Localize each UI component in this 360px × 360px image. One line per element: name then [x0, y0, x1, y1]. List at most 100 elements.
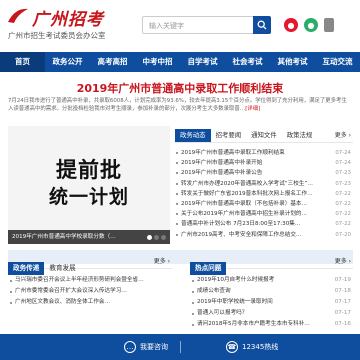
list-item[interactable]: 2019年中职学校统一录取时间 07-17	[190, 297, 353, 308]
news-list: 2019年广州市普通高中录取工作顺利结束 07-24 2019年广州市普通高中补录…	[175, 148, 353, 240]
policy-more-link[interactable]: 更多 ›	[154, 255, 170, 268]
hotline-label: 12345热线	[242, 343, 279, 351]
list-item[interactable]: 普通高中补计划公布 7月23日8:00至17:30集… 07-22	[175, 219, 353, 229]
slide-caption[interactable]: 2019年广州市普通高中学校录取分数（…	[8, 230, 170, 244]
list-item[interactable]: 马兴瑞市委召开会议上半年经济形势研判会暨全省…	[8, 275, 172, 286]
site-subtitle: 广州市招生考试委员会办公室	[8, 31, 106, 40]
hot-date: 07-17	[334, 299, 351, 305]
search-button[interactable]	[253, 16, 271, 34]
hot-more-link[interactable]: 更多 ›	[335, 255, 351, 268]
news-date: 07-23	[335, 170, 351, 177]
nav-item-gov[interactable]: 政务公开	[45, 52, 90, 72]
site-header: 广州招考 广州市招生考试委员会办公室 输入关键字 ● ●	[0, 0, 360, 52]
search-input[interactable]: 输入关键字	[142, 16, 254, 34]
news-date: 07-24	[335, 150, 351, 156]
site-logo[interactable]: 广州招考	[32, 5, 104, 30]
news-date: 07-24	[335, 160, 351, 167]
slider-dots	[147, 235, 166, 240]
nav-item-other-exam[interactable]: 其他考试	[270, 52, 315, 72]
news-tabs: 政务动态 招考要闻 通知文件 政策法规 更多 ›	[175, 129, 353, 143]
news-title: 转发关于做好广东省2019普本科批次网上报名工作…	[181, 190, 313, 197]
slider-dot[interactable]	[147, 235, 152, 240]
news-title: 普通高中补计划公布 7月23日8:00至17:30集…	[181, 221, 301, 228]
weibo-icon[interactable]: ●	[284, 18, 298, 32]
nav-item-gaokao[interactable]: 高考高招	[90, 52, 135, 72]
nav-item-selfexam[interactable]: 自学考试	[180, 52, 225, 72]
nav-item-social-exam[interactable]: 社会考试	[225, 52, 270, 72]
wechat-icon[interactable]: ●	[304, 18, 318, 32]
news-title: 转发广州市办理2020年普通高校入学考试“三校生”…	[181, 180, 313, 187]
list-item[interactable]: 2019年广州市普通高中补录公告 07-23	[175, 168, 353, 178]
hot-date: 07-17	[334, 310, 351, 316]
hot-section-title[interactable]: 热点问题	[190, 262, 227, 275]
tab-education-dev[interactable]: 教育发展	[44, 262, 80, 275]
nav-item-home[interactable]: 首页	[0, 52, 45, 72]
list-item[interactable]: 广州市2019高考、中考安全和保障工作总结交… 07-20	[175, 230, 353, 240]
hot-list: 2019年10月自考什么时候报考 07-19 成绩公布查询 07-18 2019年中…	[190, 275, 353, 330]
slider-dot[interactable]	[161, 235, 166, 240]
image-slider[interactable]: 提前批 统一计划 2019年广州市普通高中学校录取分数（…	[8, 126, 170, 244]
list-item[interactable]: 成绩公布查询 07-18	[190, 286, 353, 297]
hot-section-header: 热点问题 更多 ›	[190, 255, 353, 275]
mobile-icon[interactable]	[324, 18, 334, 32]
news-date: 07-22	[335, 221, 351, 228]
tab-notices[interactable]: 通知文件	[246, 129, 282, 142]
list-item[interactable]: 2019年广州市普通高中录取（不包括补录）基本… 07-22	[175, 199, 353, 209]
tab-policies[interactable]: 政策法规	[282, 129, 318, 142]
news-title: 2019年广州市普通高中录取工作顺利结束	[181, 150, 285, 156]
phone-icon: ☎	[226, 341, 238, 353]
news-date: 07-23	[335, 180, 351, 187]
news-date: 07-22	[335, 190, 351, 197]
policy-section-header: 政务传递 教育发展 更多 ›	[8, 255, 172, 275]
slide-text-line2: 统一计划	[48, 186, 129, 208]
headline-title[interactable]: 2019年广州市普通高中录取工作顺利结束	[0, 80, 360, 96]
news-title: 2019年广州市普通高中补录开始	[181, 160, 263, 167]
list-item[interactable]: 普通入可以报考吗？ 07-17	[190, 308, 353, 319]
news-title: 2019年广州市普通高中补录公告	[181, 170, 263, 177]
hot-date: 07-19	[334, 277, 351, 283]
slider-dot[interactable]	[154, 235, 159, 240]
tab-gov-news[interactable]: 政务动态	[175, 129, 211, 142]
list-item[interactable]: 2019年10月自考什么时候报考 07-19	[190, 275, 353, 286]
nav-item-interact[interactable]: 互动交流	[315, 52, 360, 72]
slide-text-line1: 提前批	[56, 158, 122, 182]
policy-list: 马兴瑞市委召开会议上半年经济形势研判会暨全省… 广州市委常委会召开扩大会议深入传…	[8, 275, 172, 308]
hot-date: 07-16	[334, 321, 351, 327]
tab-policy-transfer[interactable]: 政务传递	[8, 262, 45, 275]
news-date: 07-22	[335, 200, 351, 207]
news-date: 07-20	[335, 231, 351, 238]
logo-swoosh-icon[interactable]	[6, 6, 30, 26]
hot-title: 2019年10月自考什么时候报考	[197, 277, 275, 283]
bottom-action-bar: … 我要咨询 ☎ 12345热线	[0, 334, 360, 360]
headline-summary: 7月24日我市进行了普通高中补录，共录取6008人，计划完成率为93.6%，较去…	[8, 97, 352, 114]
list-item[interactable]: 转发关于做好广东省2019普本科批次网上报名工作… 07-22	[175, 189, 353, 199]
list-item[interactable]: 关于公布2019年广州市普通高中招生补录计划的… 07-22	[175, 209, 353, 219]
chat-icon: …	[124, 341, 136, 353]
news-more-link[interactable]: 更多 ›	[335, 129, 353, 142]
list-item[interactable]: 转发广州市办理2020年普通高校入学考试“三校生”… 07-23	[175, 179, 353, 189]
detail-link[interactable]: [详细]	[245, 106, 260, 112]
nav-item-zhongkao[interactable]: 中考中招	[135, 52, 180, 72]
news-date: 07-22	[335, 211, 351, 218]
news-title: 广州市2019高考、中考安全和保障工作总结交…	[181, 231, 302, 238]
hot-date: 07-18	[334, 288, 351, 294]
hot-title: 请问2018年5月非本市户籍考生本市专科补…	[197, 321, 310, 327]
consult-button[interactable]: … 我要咨询	[124, 334, 168, 360]
hot-title: 成绩公布查询	[197, 288, 231, 294]
summary-text: 7月24日我市进行了普通高中补录，共录取6008人，计划完成率为93.6%，较去…	[8, 98, 347, 113]
hotline-button[interactable]: ☎ 12345热线	[226, 334, 278, 360]
divider	[180, 341, 181, 353]
hot-title: 2019年中职学校统一录取时间	[197, 299, 273, 305]
main-nav: 首页 政务公开 高考高招 中考中招 自学考试 社会考试 其他考试 互动交流	[0, 52, 360, 72]
list-item[interactable]: 广州地区文教会议、消防全体工作会…	[8, 297, 172, 308]
list-item[interactable]: 请问2018年5月非本市户籍考生本市专科补… 07-16	[190, 319, 353, 330]
hot-title: 普通入可以报考吗？	[197, 310, 248, 316]
news-title: 关于公布2019年广州市普通高中招生补录计划的…	[181, 211, 308, 218]
search-icon	[257, 20, 267, 30]
list-item[interactable]: 2019年广州市普通高中录取工作顺利结束 07-24	[175, 148, 353, 158]
news-title: 2019年广州市普通高中录取（不包括补录）基本…	[181, 200, 308, 207]
list-item[interactable]: 2019年广州市普通高中补录开始 07-24	[175, 158, 353, 168]
consult-label: 我要咨询	[140, 343, 168, 351]
tab-exam-news[interactable]: 招考要闻	[211, 129, 247, 142]
list-item[interactable]: 广州市委常委会召开扩大会议深入传达学习…	[8, 286, 172, 297]
